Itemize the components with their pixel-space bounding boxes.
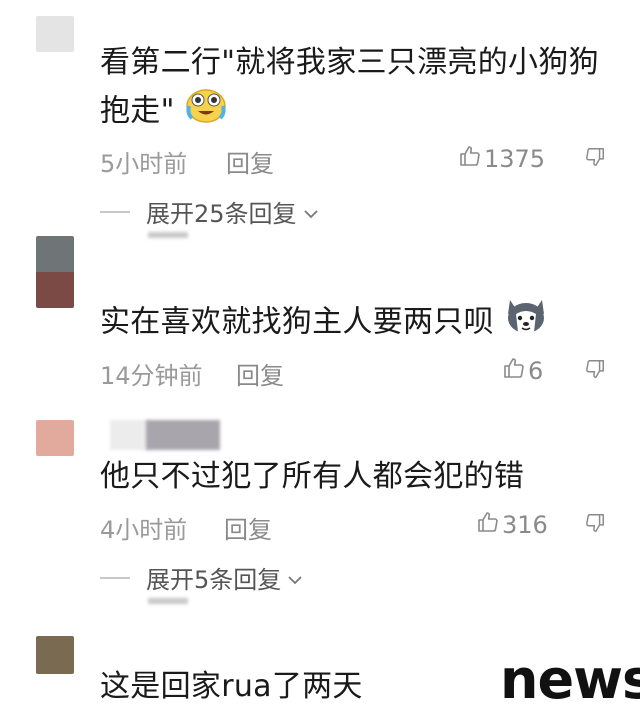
thumbs-down-icon[interactable]	[584, 146, 606, 168]
expand-replies-button[interactable]: 展开5条回复	[100, 560, 303, 595]
comment-text-line1: 实在喜欢就找狗主人要两只呗	[100, 304, 494, 340]
comment-text: 他只不过犯了所有人都会犯的错	[100, 459, 525, 494]
comment-time: 5小时前	[100, 150, 188, 178]
comment-time: 14分钟前	[100, 362, 203, 390]
comment-text: 这是回家rua了两天	[100, 669, 363, 704]
crying-laughing-emoji-icon	[185, 86, 227, 138]
comment-text-line2: 抱走"	[100, 86, 599, 138]
reply-button[interactable]: 回复	[236, 356, 284, 391]
like-button[interactable]: 316	[476, 510, 548, 540]
like-button[interactable]: 1375	[458, 144, 545, 174]
comment-text: 实在喜欢就找狗主人要两只呗	[100, 296, 548, 350]
expand-replies-button[interactable]: 展开25条回复	[100, 194, 319, 229]
thumbs-down-icon[interactable]	[584, 358, 606, 380]
thumbs-up-icon	[476, 510, 500, 540]
avatar[interactable]	[36, 420, 74, 456]
blurred-fragment	[148, 598, 188, 604]
username-blurred	[146, 420, 220, 450]
comment-text-line2-label: 抱走"	[100, 93, 175, 129]
thumbs-up-icon	[502, 356, 526, 386]
chevron-down-icon	[287, 564, 303, 592]
thumbs-down-icon[interactable]	[584, 512, 606, 534]
expand-replies-label: 展开5条回复	[146, 566, 282, 594]
comment-text-line1: 看第二行"就将我家三只漂亮的小狗狗	[100, 45, 599, 80]
username-blurred	[110, 420, 150, 450]
comment-text: 看第二行"就将我家三只漂亮的小狗狗 抱走"	[100, 40, 599, 138]
comment-time: 4小时前	[100, 516, 188, 544]
thumbs-up-icon	[458, 144, 482, 174]
blurred-fragment	[148, 232, 188, 238]
like-count: 6	[528, 357, 544, 385]
chevron-down-icon	[303, 198, 319, 226]
like-button[interactable]: 6	[502, 356, 543, 386]
expand-replies-label: 展开25条回复	[146, 200, 297, 228]
like-count: 316	[502, 511, 548, 539]
husky-dog-emoji-icon	[504, 296, 548, 350]
like-count: 1375	[484, 145, 546, 173]
avatar[interactable]	[36, 16, 74, 52]
avatar[interactable]	[36, 236, 74, 308]
news-watermark: news	[500, 648, 640, 711]
divider	[100, 210, 130, 213]
reply-button[interactable]: 回复	[226, 144, 274, 179]
reply-button[interactable]: 回复	[224, 510, 272, 545]
divider	[100, 576, 130, 579]
avatar[interactable]	[36, 636, 74, 674]
